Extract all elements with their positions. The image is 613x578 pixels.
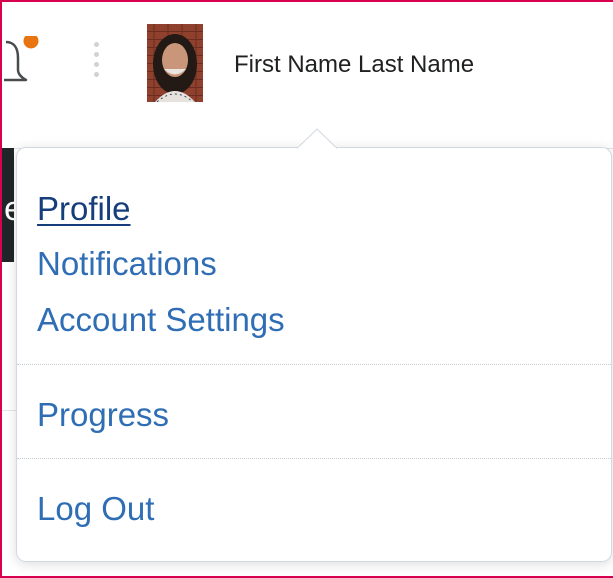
menu-item-account-settings[interactable]: Account Settings	[37, 301, 285, 339]
user-menu-dropdown: Profile Notifications Account Settings P…	[16, 147, 612, 562]
avatar[interactable]	[147, 24, 203, 102]
background-divider	[0, 410, 16, 411]
menu-item-profile[interactable]: Profile	[37, 190, 131, 228]
menu-item-notifications[interactable]: Notifications	[37, 245, 217, 283]
bell-icon	[4, 36, 39, 82]
dropdown-caret	[297, 128, 337, 149]
avatar-photo	[147, 24, 203, 102]
more-options-button[interactable]	[89, 42, 103, 86]
vertical-dots-icon	[93, 42, 99, 47]
menu-item-log-out[interactable]: Log Out	[37, 490, 154, 528]
user-name[interactable]: First Name Last Name	[234, 51, 474, 79]
top-navbar: First Name Last Name	[0, 0, 613, 126]
notification-dot	[23, 36, 39, 49]
menu-separator	[17, 458, 611, 459]
menu-separator	[17, 364, 611, 365]
menu-item-progress[interactable]: Progress	[37, 396, 169, 434]
notifications-button[interactable]	[4, 36, 40, 88]
